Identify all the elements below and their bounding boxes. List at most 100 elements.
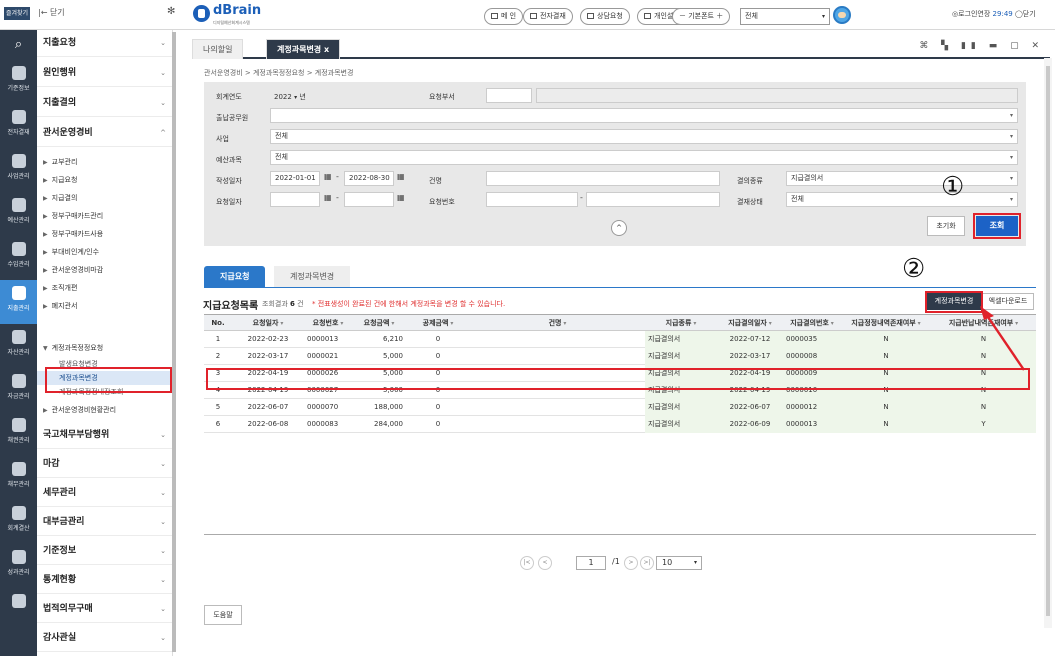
- sidebar-sub-item-label: 부대비인계/인수: [51, 248, 100, 256]
- prev-page-icon[interactable]: <: [538, 556, 552, 570]
- tab-account-change-list[interactable]: 계정과목변경: [274, 266, 351, 287]
- rail-item[interactable]: [0, 588, 37, 632]
- sidebar-menu[interactable]: 원인행위 ⌄: [37, 60, 172, 87]
- sidebar-menu[interactable]: 법적의무구매 ⌄: [37, 596, 172, 623]
- reqno-to-input[interactable]: [586, 192, 720, 207]
- sidebar-menu-label: 법적의무구매: [43, 604, 93, 614]
- column-header[interactable]: 지급정정내역존재여부: [841, 315, 931, 332]
- rail-item[interactable]: 수입관리: [0, 236, 37, 280]
- sidebar-menu[interactable]: 관서운영경비 ^: [37, 120, 172, 147]
- avatar[interactable]: [833, 6, 851, 24]
- consult-button[interactable]: 상담요청: [580, 8, 630, 25]
- last-page-icon[interactable]: >|: [640, 556, 654, 570]
- next-page-icon[interactable]: >: [624, 556, 638, 570]
- project-select[interactable]: 전체 ▾: [270, 129, 1018, 144]
- sidebar-scrollbar[interactable]: [172, 32, 176, 652]
- tab-tool-icons[interactable]: ⌘ ▚ ▮▮ ▬ ▢ ✕: [919, 41, 1044, 51]
- first-page-icon[interactable]: |<: [520, 556, 534, 570]
- sidebar-menu[interactable]: 기준정보 ⌄: [37, 538, 172, 565]
- sidebar-sub-item[interactable]: ▶ 폐지관서: [37, 298, 172, 315]
- rail-item[interactable]: 자산관리: [0, 324, 37, 368]
- tab-home[interactable]: 나의할일: [192, 39, 244, 59]
- sidebar-sub-item[interactable]: ▶ 정부구매카드사용: [37, 226, 172, 243]
- rail-item[interactable]: 사업관리: [0, 148, 37, 192]
- help-button[interactable]: 도움말: [204, 605, 242, 625]
- column-header[interactable]: 요청금액: [352, 315, 406, 332]
- sidebar-menu[interactable]: 감사관실 ⌄: [37, 625, 172, 652]
- date-to-input[interactable]: 2022-08-30: [344, 171, 394, 186]
- rail-item[interactable]: 채권관리: [0, 412, 37, 456]
- column-header[interactable]: No.: [204, 315, 232, 332]
- rail-item[interactable]: 기준정보: [0, 60, 37, 104]
- sidebar-menu[interactable]: 대부금관리 ⌄: [37, 509, 172, 536]
- name-input[interactable]: [486, 171, 720, 186]
- column-header[interactable]: 지급결의번호: [783, 315, 841, 332]
- rail-item[interactable]: 회계결산: [0, 500, 37, 544]
- officer-select[interactable]: ▾: [270, 108, 1018, 123]
- status-select[interactable]: 전체 ▾: [786, 192, 1018, 207]
- sidebar-sub-item[interactable]: ▶ 관서운영경비마감: [37, 262, 172, 279]
- sidebar-sub-item[interactable]: ▶ 정부구매카드관리: [37, 208, 172, 225]
- table-row[interactable]: 5 2022-06-07 0000070 188,000 0 지급결의서 2022-06-0…: [204, 399, 1036, 416]
- reqno-from-input[interactable]: [486, 192, 578, 207]
- search-icon[interactable]: ⌕: [0, 30, 37, 58]
- calendar-icon[interactable]: ▦: [324, 172, 332, 181]
- budget-select[interactable]: 전체 ▾: [270, 150, 1018, 165]
- tab-account-change[interactable]: 계정과목변경 x: [266, 39, 341, 59]
- kind-select[interactable]: 지급결의서 ▾: [786, 171, 1018, 186]
- sidebar-sub-item[interactable]: ▶ 지급결의: [37, 190, 172, 207]
- favorites-button[interactable]: 즐겨찾기: [4, 7, 30, 20]
- column-header[interactable]: 지급결의일자: [717, 315, 783, 332]
- page-scrollbar[interactable]: [1044, 58, 1052, 628]
- rail-item[interactable]: 예산관리: [0, 192, 37, 236]
- extend-login-button[interactable]: ◎로그인연장: [952, 10, 990, 18]
- sidebar-sub-item[interactable]: ▶ 조직개편: [37, 280, 172, 297]
- column-header[interactable]: 공제금액: [406, 315, 470, 332]
- calendar-icon[interactable]: ▦: [397, 172, 405, 181]
- rail-item[interactable]: 지출관리: [0, 280, 37, 324]
- sidebar-sub-item[interactable]: ▶ 부대비인계/인수: [37, 244, 172, 261]
- collapse-form-button[interactable]: ^: [611, 220, 627, 236]
- reset-button[interactable]: 초기화: [927, 216, 965, 236]
- top-select[interactable]: 전체 ▾: [740, 8, 830, 25]
- date-from-input[interactable]: 2022-01-01: [270, 171, 320, 186]
- reqdate-from-input[interactable]: [270, 192, 320, 207]
- sidebar-menu[interactable]: 세무관리 ⌄: [37, 480, 172, 507]
- sidebar-menu[interactable]: 마감 ⌄: [37, 451, 172, 478]
- sidebar-menu[interactable]: 지출결의 ⌄: [37, 90, 172, 117]
- sidebar-sub-item-label: 폐지관서: [51, 302, 78, 310]
- rail-item[interactable]: 자금관리: [0, 368, 37, 412]
- calendar-icon[interactable]: ▦: [397, 193, 405, 202]
- rail-item[interactable]: 전자결재: [0, 104, 37, 148]
- dept-code-input[interactable]: [486, 88, 532, 103]
- rail-item[interactable]: 성과관리: [0, 544, 37, 588]
- calendar-icon[interactable]: ▦: [324, 193, 332, 202]
- close-menu-button[interactable]: |← 닫기: [38, 7, 65, 18]
- approval-button[interactable]: 전자결재: [523, 8, 573, 25]
- column-header[interactable]: 건명: [470, 315, 645, 332]
- sidebar-group[interactable]: ▼ 계정과목정정요청: [37, 340, 172, 357]
- reqdate-to-input[interactable]: [344, 192, 394, 207]
- tab-payment-request[interactable]: 지급요청: [204, 266, 266, 287]
- table-row[interactable]: 6 2022-06-08 0000083 284,000 0 지급결의서 2022-06-0…: [204, 416, 1036, 433]
- font-size-control[interactable]: － 기본폰트 ＋: [672, 8, 731, 25]
- column-header[interactable]: 요청일자: [232, 315, 304, 332]
- table-row[interactable]: 2 2022-03-17 0000021 5,000 0 지급결의서 2022-03-17 0…: [204, 348, 1036, 365]
- pin-icon[interactable]: ✻: [167, 6, 175, 17]
- page-size-select[interactable]: 10 ▾: [656, 556, 702, 570]
- sidebar-sub-item[interactable]: ▶ 교부관리: [37, 154, 172, 171]
- rail-item[interactable]: 채무관리: [0, 456, 37, 500]
- date-separator: -: [336, 193, 339, 202]
- page-input[interactable]: 1: [576, 556, 606, 570]
- sidebar-sub-item[interactable]: ▶ 관서운영경비현황관리: [37, 402, 172, 419]
- main-button[interactable]: 메 인: [484, 8, 524, 25]
- year-select[interactable]: 2022 ▾ 년: [274, 92, 306, 102]
- sidebar-menu[interactable]: 통계현황 ⌄: [37, 567, 172, 594]
- column-header[interactable]: 요청번호: [304, 315, 352, 332]
- column-header[interactable]: 지급종류: [645, 315, 717, 332]
- sidebar-menu[interactable]: 지출요청 ⌄: [37, 30, 172, 57]
- sidebar-menu[interactable]: 국고채무부담행위 ⌄: [37, 422, 172, 449]
- close-button[interactable]: ◯닫기: [1015, 10, 1036, 18]
- table-row[interactable]: 1 2022-02-23 0000013 6,210 0 지급결의서 2022-07-12 0…: [204, 331, 1036, 348]
- sidebar-sub-item[interactable]: ▶ 지급요청: [37, 172, 172, 189]
